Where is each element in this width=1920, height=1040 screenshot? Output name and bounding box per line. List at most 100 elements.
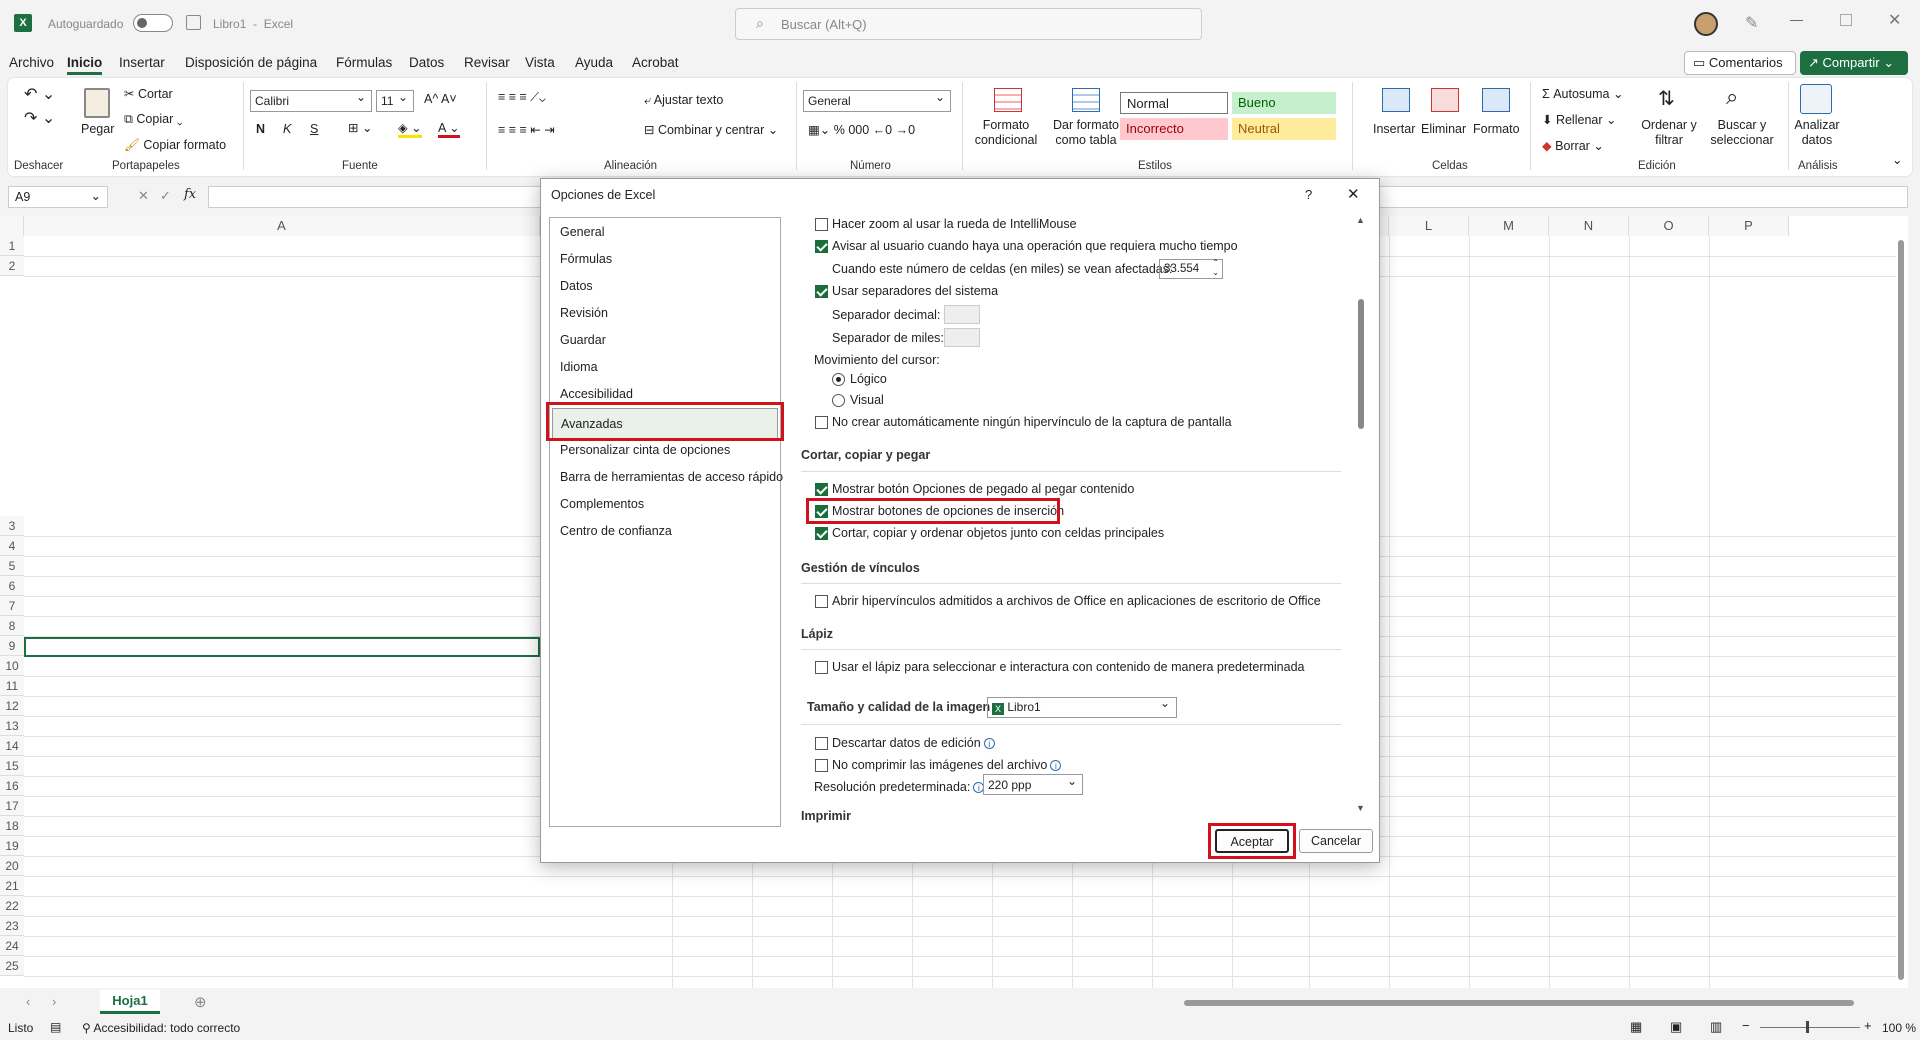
- nav-revision[interactable]: Revisión: [560, 306, 608, 320]
- format-painter-button[interactable]: 🖌 Copiar formato: [124, 138, 226, 153]
- align-left-icon[interactable]: ≡ ≡ ≡ ⇤ ⇥: [498, 122, 555, 137]
- style-normal[interactable]: Normal: [1120, 92, 1228, 114]
- insert-function-icon[interactable]: fx: [184, 187, 196, 202]
- collapse-ribbon-icon[interactable]: ⌄: [1892, 152, 1902, 167]
- bold-button[interactable]: N: [256, 122, 265, 136]
- add-sheet-icon[interactable]: ⊕: [194, 993, 207, 1011]
- row-header-23[interactable]: 23: [0, 916, 24, 936]
- scroll-down-icon[interactable]: ▼: [1356, 803, 1365, 813]
- comments-button[interactable]: ▭ Comentarios: [1684, 51, 1796, 75]
- row-header-11[interactable]: 11: [0, 676, 24, 696]
- zoom-out-icon[interactable]: −: [1742, 1018, 1750, 1033]
- avatar[interactable]: [1694, 12, 1718, 36]
- zoom-wheel-checkbox[interactable]: [815, 218, 828, 231]
- row-header-12[interactable]: 12: [0, 696, 24, 716]
- column-header-n[interactable]: N: [1549, 216, 1629, 236]
- italic-button[interactable]: K: [283, 122, 291, 136]
- nav-general[interactable]: General: [560, 225, 604, 239]
- clear-button[interactable]: ◆ Borrar ⌄: [1542, 138, 1604, 153]
- menu-disposicion[interactable]: Disposición de página: [185, 55, 317, 70]
- currency-icon[interactable]: ▦⌄ % 000 ←0 →0: [808, 122, 915, 137]
- row-header-21[interactable]: 21: [0, 876, 24, 896]
- format-cells-button[interactable]: Formato: [1473, 122, 1520, 136]
- scissors-icon[interactable]: ✂ Cortar: [124, 86, 173, 101]
- menu-revisar[interactable]: Revisar: [464, 55, 510, 70]
- sort-filter-button[interactable]: Ordenar y filtrar: [1636, 118, 1702, 148]
- row-header-24[interactable]: 24: [0, 936, 24, 956]
- normal-view-icon[interactable]: ▦: [1630, 1019, 1642, 1035]
- row-header-15[interactable]: 15: [0, 756, 24, 776]
- borders-icon[interactable]: ⊞ ⌄: [348, 120, 372, 135]
- no-hyperlink-checkbox[interactable]: [815, 416, 828, 429]
- fill-button[interactable]: ⬇ Rellenar ⌄: [1542, 112, 1616, 127]
- vertical-scrollbar[interactable]: [1896, 220, 1906, 980]
- row-header-16[interactable]: 16: [0, 776, 24, 796]
- align-top-icon[interactable]: ≡ ≡ ≡ ⟋⌄: [498, 90, 546, 105]
- row-header-18[interactable]: 18: [0, 816, 24, 836]
- select-all[interactable]: [0, 216, 24, 236]
- menu-archivo[interactable]: Archivo: [9, 55, 54, 70]
- autosave-toggle[interactable]: [133, 14, 173, 32]
- underline-button[interactable]: S: [310, 122, 318, 136]
- autosum-button[interactable]: Σ Autosuma ⌄: [1542, 86, 1623, 101]
- analyze-data-button[interactable]: Analizar datos: [1792, 118, 1842, 148]
- paste-icon[interactable]: [84, 88, 110, 118]
- row-header-5[interactable]: 5: [0, 556, 24, 576]
- delete-cells-button[interactable]: Eliminar: [1421, 122, 1466, 136]
- zoom-level[interactable]: 100 %: [1882, 1021, 1916, 1035]
- warn-long-op-checkbox[interactable]: [815, 240, 828, 253]
- nav-accesibilidad[interactable]: Accesibilidad: [560, 387, 633, 401]
- row-header-3[interactable]: 3: [0, 516, 24, 536]
- row-header-14[interactable]: 14: [0, 736, 24, 756]
- conditional-format-button[interactable]: Formato condicional: [968, 118, 1044, 148]
- insert-cells-button[interactable]: Insertar: [1373, 122, 1415, 136]
- row-header-10[interactable]: 10: [0, 656, 24, 676]
- column-header-a[interactable]: A: [24, 216, 540, 236]
- options-scrollbar[interactable]: ▲ ▼: [1355, 215, 1367, 817]
- row-header-6[interactable]: 6: [0, 576, 24, 596]
- accessibility-status[interactable]: ⚲ Accesibilidad: todo correcto: [82, 1021, 240, 1035]
- visual-radio[interactable]: [832, 394, 845, 407]
- column-header-m[interactable]: M: [1469, 216, 1549, 236]
- row-header-22[interactable]: 22: [0, 896, 24, 916]
- menu-ayuda[interactable]: Ayuda: [575, 55, 613, 70]
- menu-acrobat[interactable]: Acrobat: [632, 55, 679, 70]
- table-format-button[interactable]: Dar formato como tabla: [1048, 118, 1124, 148]
- row-header-19[interactable]: 19: [0, 836, 24, 856]
- menu-formulas[interactable]: Fórmulas: [336, 55, 392, 70]
- prev-sheet-icon[interactable]: ‹: [26, 994, 30, 1009]
- use-separators-checkbox[interactable]: [815, 285, 828, 298]
- nav-complementos[interactable]: Complementos: [560, 497, 644, 511]
- row-header-17[interactable]: 17: [0, 796, 24, 816]
- name-box[interactable]: A9 ⌄: [8, 186, 108, 208]
- horizontal-scrollbar[interactable]: [1180, 999, 1860, 1007]
- number-format-select[interactable]: General: [803, 87, 951, 112]
- zoom-slider[interactable]: [1760, 1021, 1860, 1033]
- use-pen-checkbox[interactable]: [815, 661, 828, 674]
- merge-center-button[interactable]: ⊟ Combinar y centrar ⌄: [644, 122, 778, 137]
- zoom-in-icon[interactable]: +: [1864, 1018, 1872, 1033]
- nav-formulas[interactable]: Fórmulas: [560, 252, 612, 266]
- grow-font-icon[interactable]: A^ A˅: [424, 92, 457, 106]
- column-header-o[interactable]: O: [1629, 216, 1709, 236]
- logical-radio[interactable]: [832, 373, 845, 386]
- maximize-icon[interactable]: [1840, 14, 1852, 26]
- style-neutral[interactable]: Neutral: [1232, 118, 1336, 140]
- column-header-l[interactable]: L: [1389, 216, 1469, 236]
- enter-icon[interactable]: ✓: [160, 188, 171, 204]
- sheet-tab-hoja1[interactable]: Hoja1: [100, 990, 160, 1014]
- cells-affected-spinner[interactable]: 33.554 ⌃ ⌄: [1159, 258, 1223, 279]
- row-header-25[interactable]: 25: [0, 956, 24, 976]
- save-icon[interactable]: [186, 15, 201, 30]
- font-color-icon[interactable]: A ⌄: [438, 120, 460, 138]
- redo-icon[interactable]: ↷ ⌄: [24, 108, 55, 128]
- row-header-13[interactable]: 13: [0, 716, 24, 736]
- row-header-8[interactable]: 8: [0, 616, 24, 636]
- page-break-icon[interactable]: ▥: [1710, 1019, 1722, 1035]
- menu-inicio[interactable]: Inicio: [67, 55, 103, 75]
- cut-copy-sort-checkbox[interactable]: [815, 527, 828, 540]
- style-bad[interactable]: Incorrecto: [1120, 118, 1228, 140]
- nav-guardar[interactable]: Guardar: [560, 333, 606, 347]
- discard-edit-checkbox[interactable]: [815, 737, 828, 750]
- column-header-p[interactable]: P: [1709, 216, 1789, 236]
